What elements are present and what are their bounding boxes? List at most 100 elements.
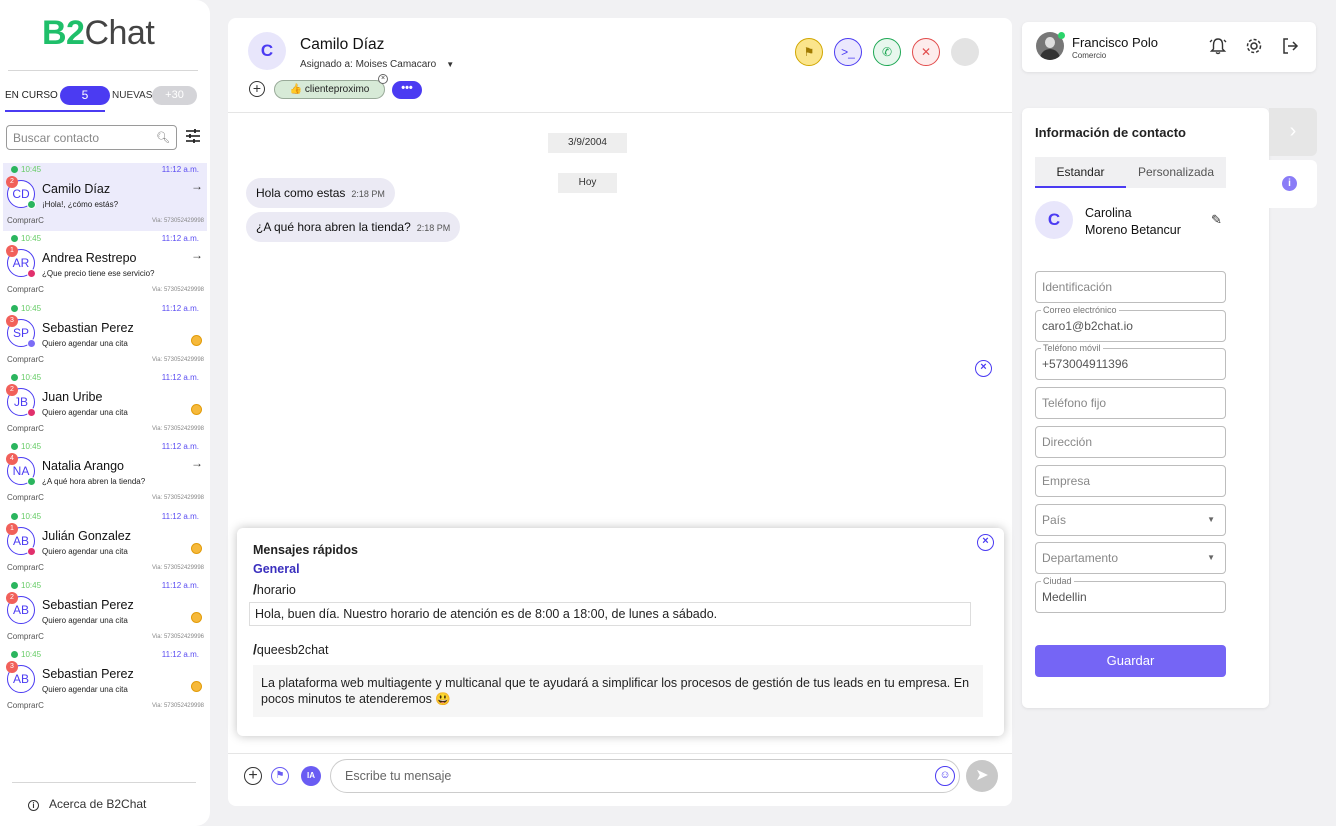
country-select[interactable]: País ▼ [1035, 504, 1226, 536]
close-quick-messages-icon[interactable]: × [977, 534, 994, 551]
whatsapp-icon[interactable]: ✆ [873, 38, 901, 66]
collapse-panel-button[interactable]: › [1269, 108, 1317, 156]
tag-icon[interactable]: ⚑ [271, 767, 289, 785]
bell-icon[interactable] [1208, 36, 1228, 56]
quick-command[interactable]: /queesb2chat [253, 641, 328, 657]
unread-badge: 1 [6, 245, 18, 257]
chat-wait-time: 10:45 [11, 304, 41, 313]
assigned-label: Asignado a: Moises Camacaro [300, 59, 437, 70]
disabled-action-button[interactable] [951, 38, 979, 66]
save-button[interactable]: Guardar [1035, 645, 1226, 677]
quick-messages-panel: Mensajes rápidos General × /horario Hola… [237, 528, 1004, 736]
terminal-icon[interactable]: >_ [834, 38, 862, 66]
tab-personalizada[interactable]: Personalizada [1126, 157, 1226, 188]
tag-icon[interactable]: ⚑ [795, 38, 823, 66]
edit-pencil-icon[interactable]: ✎ [1211, 212, 1222, 228]
contact-info-title: Información de contacto [1035, 125, 1186, 140]
quick-command[interactable]: /horario [253, 581, 296, 597]
mobile-phone-label: Teléfono móvil [1041, 343, 1103, 354]
quick-message-text[interactable]: Hola, buen día. Nuestro horario de atenc… [249, 602, 971, 626]
today-separator: Hoy [558, 173, 617, 193]
chat-tag: ComprarC [7, 424, 44, 433]
identificacion-field[interactable]: Identificación [1035, 271, 1226, 303]
address-field[interactable]: Dirección [1035, 426, 1226, 458]
chat-list-item[interactable]: 10:45 11:12 a.m. AR 1 Andrea Restrepo ¿Que pr… [3, 232, 207, 300]
chat-list-item[interactable]: 10:45 11:12 a.m. JB 2 Juan Uribe Quiero agend… [3, 371, 207, 439]
filter-icon[interactable] [185, 128, 201, 144]
add-tag-icon[interactable]: + [249, 81, 265, 97]
emoji-icon[interactable]: ☺ [935, 766, 955, 786]
email-field[interactable]: Correo electrónico caro1@b2chat.io [1035, 305, 1226, 342]
search-contact-input[interactable]: Buscar contacto 🔍︎ [6, 125, 177, 150]
chat-clock: 11:12 a.m. [161, 581, 199, 590]
search-icon: 🔍︎ [156, 132, 170, 144]
mobile-phone-field[interactable]: Teléfono móvil +573004911396 [1035, 343, 1226, 380]
arrow-right-icon: → [191, 456, 203, 470]
chat-via: Via: 573052429998 [152, 287, 204, 293]
info-tab[interactable]: i [1269, 160, 1317, 208]
contact-tabs: Estandar Personalizada [1035, 157, 1226, 188]
email-label: Correo electrónico [1041, 305, 1119, 316]
tab-nuevas[interactable]: NUEVAS [112, 90, 152, 101]
gear-icon[interactable] [1244, 36, 1264, 56]
remove-tag-icon[interactable]: × [378, 74, 388, 84]
tab-estandar[interactable]: Estandar [1035, 157, 1126, 188]
message-time: 2:18 PM [416, 223, 451, 233]
info-icon: i [1282, 176, 1297, 191]
city-field[interactable]: Ciudad Medellin [1035, 576, 1226, 613]
chat-tag: ComprarC [7, 285, 44, 294]
messenger-icon [27, 339, 36, 348]
instagram-icon [27, 408, 36, 417]
chat-contact-name: Camilo Díaz [42, 182, 111, 196]
tab-nuevas-count[interactable]: +30 [152, 86, 197, 105]
quick-messages-group: General [253, 562, 300, 576]
send-icon[interactable]: ➤ [966, 760, 998, 792]
tag-chip[interactable]: 👍 clienteproximo × [274, 74, 388, 99]
chat-last-message: Quiero agendar una cita [42, 616, 128, 625]
landline-field[interactable]: Teléfono fijo [1035, 387, 1226, 419]
chat-list-item[interactable]: 10:45 11:12 a.m. AB 1 Julián Gonzalez Quiero … [3, 510, 207, 578]
user-role: Comercio [1072, 51, 1107, 60]
contact-info-card: Información de contacto Estandar Persona… [1022, 108, 1269, 708]
chat-contact-name: Juan Uribe [42, 390, 103, 404]
logout-icon[interactable] [1280, 36, 1300, 56]
instagram-icon [27, 547, 36, 556]
b2chat-logo: B2Chat [42, 14, 155, 52]
more-tags-button[interactable]: ••• [392, 81, 422, 99]
chat-wait-time: 10:45 [11, 581, 41, 590]
tab-en-curso-count[interactable]: 5 [60, 86, 110, 105]
chat-list-item[interactable]: 10:45 11:12 a.m. AB 3 Sebastian Perez Quiero … [3, 648, 207, 716]
message-input[interactable]: Escribe tu mensaje [330, 759, 960, 793]
quick-message-text[interactable]: La plataforma web multiagente y multican… [253, 665, 983, 717]
chat-last-message: Quiero agendar una cita [42, 408, 128, 417]
chat-contact-name: Sebastian Perez [42, 321, 134, 335]
chat-list-item[interactable]: 10:45 11:12 a.m. AB 2 Sebastian Perez Quiero … [3, 579, 207, 647]
chat-clock: 11:12 a.m. [161, 304, 199, 313]
email-value: caro1@b2chat.io [1042, 319, 1133, 333]
divider [228, 112, 1012, 113]
about-link[interactable]: i Acerca de B2Chat [28, 797, 146, 811]
ia-button[interactable]: IA [301, 766, 321, 786]
city-value: Medellin [1042, 590, 1087, 604]
chat-list-item[interactable]: 10:45 11:12 a.m. CD 2 Camilo Díaz ¡Hola!, ¿có… [3, 163, 207, 231]
chat-via: Via: 573052429998 [152, 495, 204, 501]
user-name: Francisco Polo [1072, 35, 1158, 50]
caret-down-icon: ▼ [446, 60, 455, 69]
date-separator: 3/9/2004 [548, 133, 627, 153]
close-circle-icon[interactable]: × [975, 360, 992, 377]
department-select[interactable]: Departamento ▼ [1035, 542, 1226, 574]
chat-contact-name: Andrea Restrepo [42, 251, 137, 265]
unread-badge: 2 [6, 176, 18, 188]
contact-name: Camilo Díaz [300, 36, 385, 53]
close-chat-icon[interactable]: ✕ [912, 38, 940, 66]
contact-last-name: Moreno Betancur [1085, 223, 1181, 237]
chat-list-item[interactable]: 10:45 11:12 a.m. SP 3 Sebastian Perez Quiero … [3, 302, 207, 370]
chat-last-message: Quiero agendar una cita [42, 685, 128, 694]
assigned-agent-dropdown[interactable]: Asignado a: Moises Camacaro ▼ [300, 59, 454, 70]
attach-plus-icon[interactable]: + [244, 767, 262, 785]
company-field[interactable]: Empresa [1035, 465, 1226, 497]
contact-first-name: Carolina [1085, 206, 1132, 220]
unread-badge: 1 [6, 523, 18, 535]
chat-list-item[interactable]: 10:45 11:12 a.m. NA 4 Natalia Arango ¿A qué h… [3, 440, 207, 508]
tab-en-curso[interactable]: EN CURSO [5, 90, 58, 101]
